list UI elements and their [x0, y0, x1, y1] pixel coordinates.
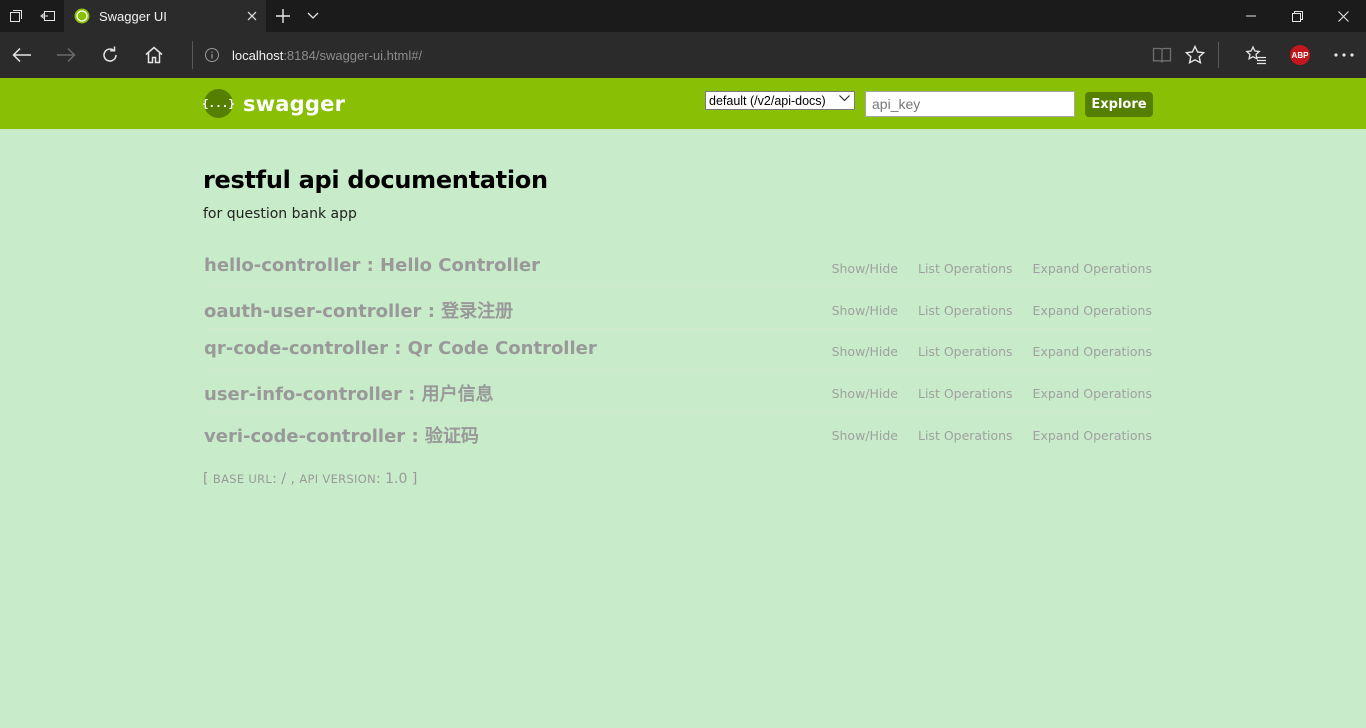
api-version-value: : 1.0: [375, 471, 408, 487]
list-operations-link[interactable]: List Operations: [918, 261, 1013, 276]
new-tab-icon[interactable]: [268, 0, 298, 32]
minimize-icon[interactable]: [1228, 0, 1274, 32]
footer-open-bracket: [: [203, 471, 209, 487]
swagger-header: {...} swagger default (/v2/api-docs) Exp…: [0, 78, 1366, 129]
browser-address-bar: localhost:8184/swagger-ui.html#/ ABP: [0, 32, 1366, 78]
resource-name[interactable]: user-info-controller : 用户信息: [204, 380, 494, 406]
expand-operations-link[interactable]: Expand Operations: [1033, 386, 1152, 401]
tab-preview-icon[interactable]: [0, 0, 32, 32]
swagger-logo-icon: {...}: [202, 89, 235, 118]
url-text: localhost:8184/swagger-ui.html#/: [232, 48, 422, 63]
chevron-down-icon[interactable]: [298, 0, 328, 32]
show-hide-link[interactable]: Show/Hide: [832, 261, 898, 276]
adblock-button[interactable]: ABP: [1278, 32, 1322, 78]
show-hide-link[interactable]: Show/Hide: [832, 428, 898, 443]
list-operations-link[interactable]: List Operations: [918, 428, 1013, 443]
forward-arrow-icon[interactable]: [44, 32, 88, 78]
explore-button[interactable]: Explore: [1085, 92, 1153, 117]
url-path: :8184/swagger-ui.html#/: [283, 47, 423, 63]
list-operations-link[interactable]: List Operations: [918, 303, 1013, 318]
favorite-star-icon[interactable]: [1173, 32, 1217, 78]
browser-titlebar: Swagger UI: [0, 0, 1366, 32]
resource-veri-code-controller: veri-code-controller : 验证码 Show/Hide Lis…: [204, 412, 1154, 454]
api-key-input[interactable]: [865, 91, 1075, 117]
resource-operations: Show/Hide List Operations Expand Operati…: [832, 386, 1152, 401]
spec-select[interactable]: default (/v2/api-docs): [705, 91, 855, 110]
resource-operations: Show/Hide List Operations Expand Operati…: [832, 344, 1152, 359]
resource-operations: Show/Hide List Operations Expand Operati…: [832, 428, 1152, 443]
url-field[interactable]: localhost:8184/swagger-ui.html#/: [204, 32, 422, 78]
resource-name[interactable]: oauth-user-controller : 登录注册: [204, 297, 513, 323]
resource-oauth-user-controller: oauth-user-controller : 登录注册 Show/Hide L…: [204, 287, 1154, 329]
swagger-logo-text: swagger: [243, 91, 346, 116]
resource-name[interactable]: hello-controller : Hello Controller: [204, 255, 540, 276]
site-info-icon[interactable]: [204, 47, 220, 63]
show-hide-link[interactable]: Show/Hide: [832, 344, 898, 359]
swagger-logo[interactable]: {...} swagger: [202, 89, 346, 118]
resource-name[interactable]: veri-code-controller : 验证码: [204, 422, 479, 448]
refresh-icon[interactable]: [88, 32, 132, 78]
more-menu-icon[interactable]: [1322, 32, 1366, 78]
chevron-down-icon: [839, 95, 850, 102]
home-icon[interactable]: [132, 32, 176, 78]
tab-swagger-ui[interactable]: Swagger UI: [64, 0, 266, 32]
resource-operations: Show/Hide List Operations Expand Operati…: [832, 261, 1152, 276]
expand-operations-link[interactable]: Expand Operations: [1033, 344, 1152, 359]
resource-name[interactable]: qr-code-controller : Qr Code Controller: [204, 338, 597, 359]
favorites-list-icon[interactable]: [1234, 32, 1278, 78]
resource-operations: Show/Hide List Operations Expand Operati…: [832, 303, 1152, 318]
footer-close-bracket: ]: [411, 471, 418, 487]
page-title: restful api documentation: [203, 166, 548, 194]
show-hide-link[interactable]: Show/Hide: [832, 386, 898, 401]
restore-icon[interactable]: [1274, 0, 1320, 32]
resource-hello-controller: hello-controller : Hello Controller Show…: [204, 245, 1154, 287]
api-version-label: API VERSION: [299, 472, 376, 486]
toolbar-divider: [1218, 42, 1219, 68]
base-url-label: BASE URL: [212, 472, 273, 486]
page-description: for question bank app: [203, 206, 357, 222]
back-arrow-icon[interactable]: [0, 32, 44, 78]
set-aside-tabs-icon[interactable]: [32, 0, 64, 32]
resource-user-info-controller: user-info-controller : 用户信息 Show/Hide Li…: [204, 370, 1154, 412]
spec-select-value: default (/v2/api-docs): [709, 93, 826, 108]
url-host: localhost: [232, 47, 284, 63]
resource-qr-code-controller: qr-code-controller : Qr Code Controller …: [204, 328, 1154, 370]
show-hide-link[interactable]: Show/Hide: [832, 303, 898, 318]
adblock-icon: ABP: [1290, 45, 1310, 65]
close-window-icon[interactable]: [1320, 0, 1366, 32]
list-operations-link[interactable]: List Operations: [918, 386, 1013, 401]
expand-operations-link[interactable]: Expand Operations: [1033, 428, 1152, 443]
list-operations-link[interactable]: List Operations: [918, 344, 1013, 359]
tab-close-icon[interactable]: [238, 0, 266, 32]
expand-operations-link[interactable]: Expand Operations: [1033, 303, 1152, 318]
swagger-favicon-icon: [74, 8, 90, 24]
address-divider: [192, 41, 193, 69]
tab-title: Swagger UI: [99, 8, 167, 24]
api-info-footer: [ BASE URL: / , API VERSION: 1.0 ]: [203, 471, 417, 487]
expand-operations-link[interactable]: Expand Operations: [1033, 261, 1152, 276]
base-url-value: : / ,: [272, 471, 300, 487]
